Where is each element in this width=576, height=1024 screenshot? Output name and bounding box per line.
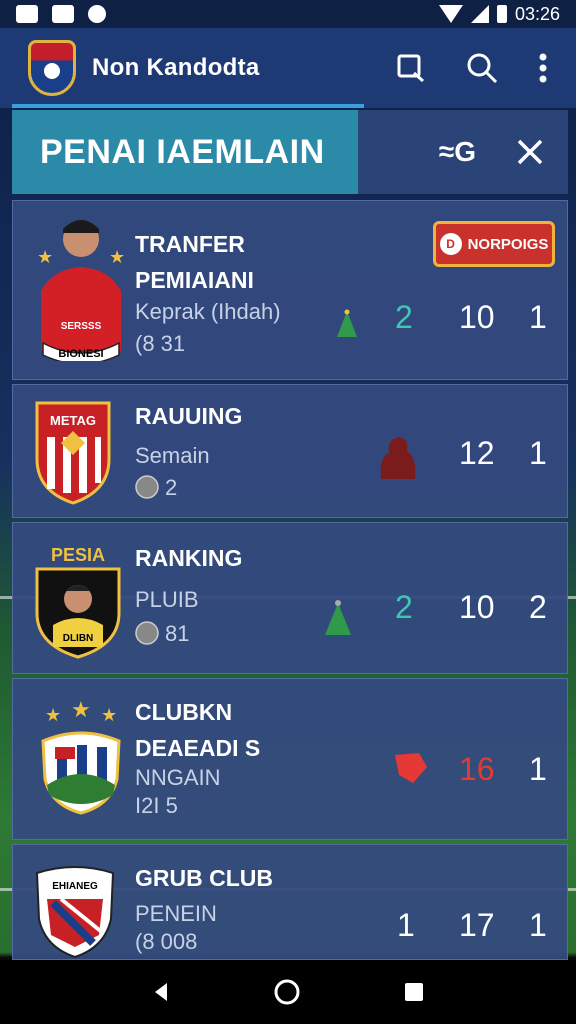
item-detail: PLUIB — [135, 587, 199, 612]
crest-text: METAG — [50, 413, 96, 428]
back-icon[interactable] — [151, 981, 171, 1003]
crest-text: EHIANEG — [52, 881, 98, 892]
item-title: RANKING — [135, 545, 243, 571]
ball-icon — [135, 475, 159, 499]
stat-b: 12 — [459, 435, 495, 471]
recents-icon[interactable] — [403, 981, 425, 1003]
photo-notification-icon — [52, 5, 74, 23]
player-avatar: ★ ★ SERSSS BIONESI — [37, 220, 125, 361]
app-logo — [28, 40, 76, 96]
more-vert-icon[interactable] — [538, 53, 548, 83]
item-detail: Semain — [135, 443, 210, 468]
list-item[interactable]: PESIA DLIBN RANKING PLUIB 81 2 10 2 — [12, 522, 568, 674]
app-title: Non Kandodta — [92, 54, 260, 81]
ball-icon — [135, 621, 159, 645]
panel-title: PENAI IAEMLAIN — [12, 110, 358, 194]
item-meta: (8 31 — [135, 331, 186, 356]
system-nav-bar — [0, 960, 576, 1024]
close-icon[interactable] — [516, 138, 544, 166]
svg-text:★: ★ — [45, 705, 61, 725]
stat-b: 17 — [459, 907, 495, 943]
status-badge[interactable]: D NORPOIGS — [433, 221, 555, 267]
list-item[interactable]: METAG RAUUING Semain 2 12 1 — [12, 384, 568, 518]
trend-down-icon — [395, 753, 427, 783]
signal-icon — [470, 5, 489, 23]
badge-icon: D — [439, 233, 462, 255]
item-title: TRANFER — [135, 231, 245, 257]
home-icon[interactable] — [273, 978, 301, 1006]
item-meta: 2 — [165, 475, 178, 500]
svg-text:★: ★ — [101, 705, 117, 725]
item-subtitle: DEAEADI S — [135, 735, 261, 761]
status-bar: 03:26 — [0, 0, 576, 28]
item-meta: I2I 5 — [135, 793, 178, 818]
crest-text: PESIA — [51, 545, 105, 565]
item-meta: (8 008 — [135, 929, 198, 954]
stat-c: 1 — [529, 907, 547, 943]
filter-button[interactable]: ≈G — [439, 136, 476, 168]
stat-c: 1 — [529, 435, 547, 471]
item-title: GRUB CLUB — [135, 865, 273, 891]
club-crest: METAG — [35, 401, 111, 505]
trend-up-icon — [325, 600, 351, 635]
item-subtitle: PEMIAIANI — [135, 267, 254, 293]
stat-b: 16 — [459, 751, 495, 787]
svg-text:★: ★ — [109, 247, 125, 267]
item-detail: NNGAIN — [135, 765, 221, 790]
stat-c: 2 — [529, 589, 547, 625]
item-detail: Keprak (Ihdah) — [135, 299, 281, 324]
item-meta: 81 — [165, 621, 190, 646]
crest-banner-text: DLIBN — [63, 633, 94, 644]
stat-a: 1 — [397, 907, 415, 943]
app-bar: Non Kandodta — [0, 28, 576, 108]
crest-banner-text: BIONESI — [58, 348, 103, 360]
clock: 03:26 — [514, 3, 560, 24]
club-crest: EHIANEG — [35, 866, 115, 959]
search-icon[interactable] — [466, 52, 498, 84]
trend-icon — [380, 437, 416, 479]
trend-up-icon — [337, 309, 357, 337]
item-title: CLUBKN — [135, 699, 233, 725]
active-tab-indicator — [12, 104, 364, 108]
stat-b: 10 — [459, 299, 495, 335]
checklist-icon[interactable] — [396, 53, 426, 83]
stat-a: 2 — [395, 589, 413, 625]
stat-a: 2 — [395, 299, 413, 335]
svg-text:★: ★ — [37, 247, 53, 267]
list-item[interactable]: ★ ★ SERSSS BIONESI TRANFER PEMIAIANI Kep… — [12, 200, 568, 380]
list-item[interactable]: ★ ★ ★ CLUBKN DEAEADI S NNGAIN I2I 5 16 1 — [12, 678, 568, 840]
item-detail: PENEIN — [135, 901, 217, 926]
stat-c: 1 — [529, 751, 547, 787]
stat-b: 10 — [459, 589, 495, 625]
club-crest: PESIA DLIBN — [35, 545, 121, 659]
wifi-icon — [438, 5, 463, 23]
panel-header: PENAI IAEMLAIN ≈G — [12, 110, 568, 194]
stat-c: 1 — [529, 299, 547, 335]
club-crest: ★ ★ ★ — [41, 699, 121, 815]
battery-icon — [496, 5, 507, 23]
list-item[interactable]: EHIANEG GRUB CLUB PENEIN (8 008 1 17 1 — [12, 844, 568, 960]
item-title: RAUUING — [135, 403, 243, 429]
app-notification-icon — [88, 5, 106, 23]
svg-text:★: ★ — [71, 699, 91, 722]
notification-icon — [16, 5, 38, 23]
crest-shirt-text: SERSSS — [61, 321, 102, 332]
